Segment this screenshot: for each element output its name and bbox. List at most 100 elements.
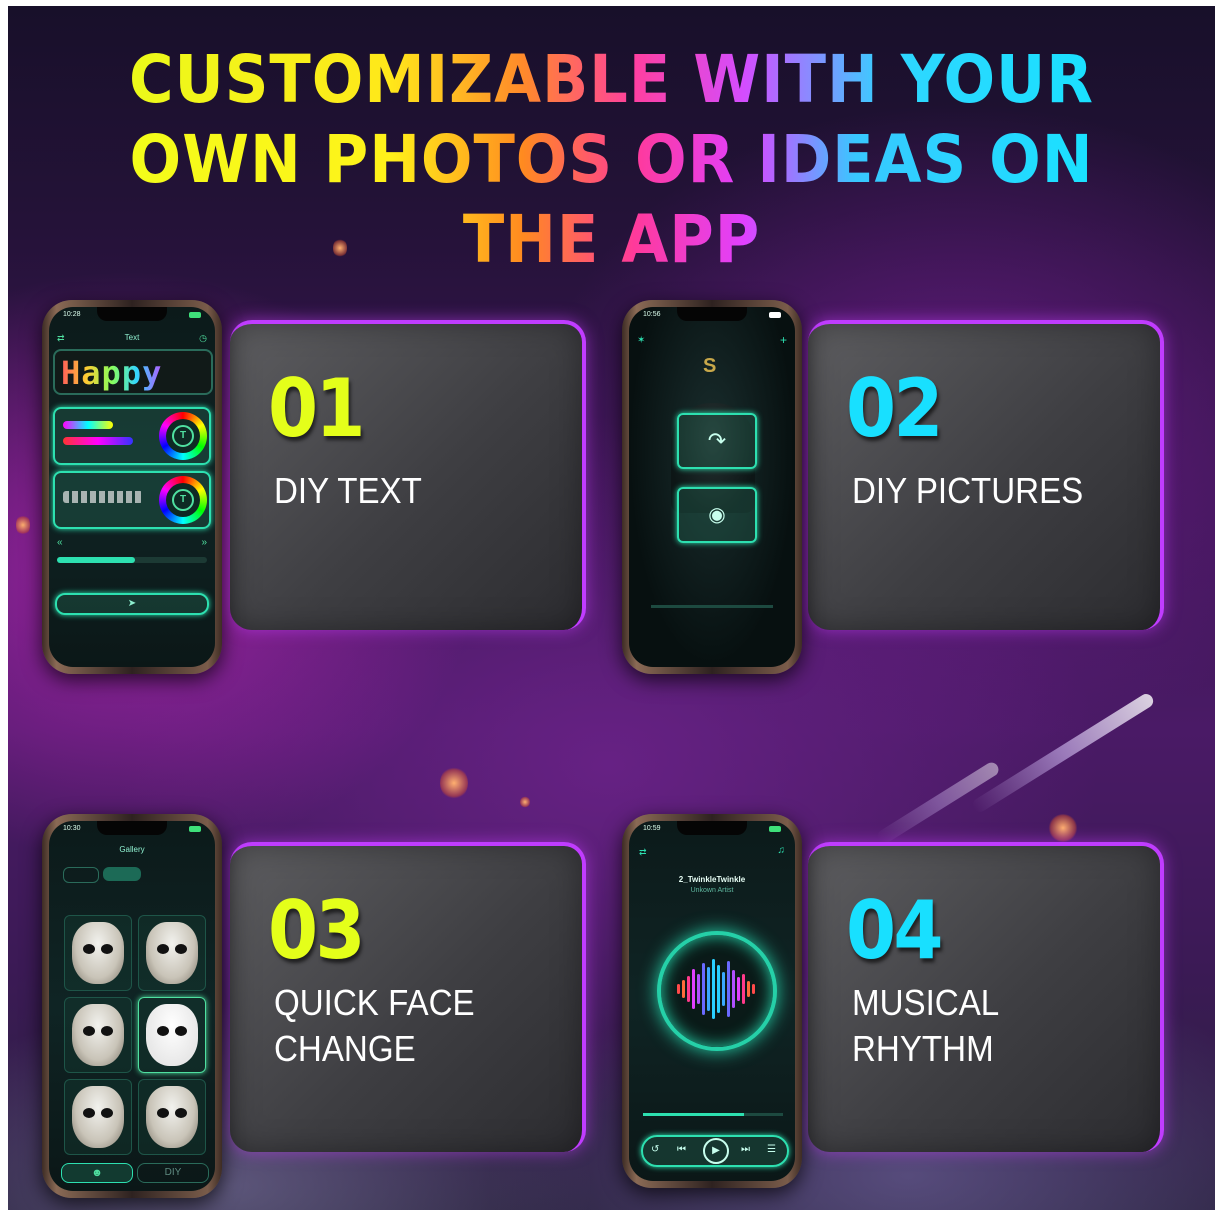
feature-number: 02 xyxy=(846,362,944,455)
playlist-icon[interactable]: ☰ xyxy=(767,1144,776,1155)
tab-static[interactable] xyxy=(63,867,99,883)
effect-style-panel[interactable]: T xyxy=(53,471,211,529)
ember-particle xyxy=(16,514,30,536)
waveform-bar xyxy=(737,977,740,1001)
feature-card-04: 04 MUSICAL RHYTHM xyxy=(808,842,1164,1152)
waveform-bar xyxy=(732,970,735,1008)
figure-icon[interactable]: ✶ xyxy=(637,335,645,346)
ember-particle xyxy=(1048,814,1078,842)
feature-label-line: RHYTHM xyxy=(852,1028,994,1069)
app-screen: 10:30 Gallery ☻ DIY xyxy=(49,821,215,1191)
feature-label: QUICK FACE CHANGE xyxy=(274,980,475,1072)
feature-label-line: CHANGE xyxy=(274,1028,416,1069)
screen-title: Text xyxy=(124,333,140,342)
diy-tab-button[interactable]: DIY xyxy=(137,1163,209,1183)
clown-mask-icon xyxy=(146,922,198,984)
feature-label-line: MUSICAL xyxy=(852,982,1000,1023)
visualizer-ring xyxy=(657,931,777,1051)
progress-line xyxy=(651,605,773,608)
waveform-bar xyxy=(752,984,755,994)
waveform-bar xyxy=(692,969,695,1009)
feature-card-01: 01 DIY TEXT xyxy=(230,320,586,630)
ember-particle xyxy=(440,766,468,800)
history-icon[interactable]: ◷ xyxy=(199,333,207,344)
text-style-panel[interactable]: T xyxy=(53,407,211,465)
waveform-bar xyxy=(702,963,705,1015)
phone-gallery-screen: 10:30 Gallery ☻ DIY xyxy=(42,814,222,1198)
waveform-bar xyxy=(677,984,680,994)
mask-tab-button[interactable]: ☻ xyxy=(61,1163,133,1183)
waveform-bar xyxy=(747,981,750,997)
battery-icon xyxy=(769,312,781,318)
mask-tile[interactable] xyxy=(138,915,206,991)
mask-tile[interactable] xyxy=(138,1079,206,1155)
waveform-bar xyxy=(687,976,690,1002)
background-color-icon[interactable]: T xyxy=(172,489,194,511)
promo-canvas: CUSTOMIZABLE WITH YOUR OWN PHOTOS OR IDE… xyxy=(8,6,1215,1210)
app-screen: 10:28 Text ⇄ ◷ Happy T T « » ➤ xyxy=(49,307,215,667)
status-time: 10:30 xyxy=(63,825,81,832)
gallery-upload-button[interactable]: ↷ xyxy=(677,413,757,469)
waveform-bar xyxy=(707,967,710,1011)
feature-label: DIY PICTURES xyxy=(852,470,1084,511)
back-icon[interactable]: ⇄ xyxy=(57,333,65,344)
app-screen: 10:59 ⇄ ♫ 2_TwinkleTwinkle Unkown Artist… xyxy=(629,821,795,1181)
repeat-icon[interactable]: ↺ xyxy=(651,1144,659,1155)
mask-tile[interactable] xyxy=(64,1079,132,1155)
clown-mask-icon xyxy=(72,922,124,984)
back-icon[interactable]: ⇄ xyxy=(639,847,647,858)
waveform-bar xyxy=(712,959,715,1019)
next-icon[interactable]: ⏭ xyxy=(741,1144,750,1155)
send-button[interactable]: ➤ xyxy=(55,593,209,615)
track-title: 2_TwinkleTwinkle xyxy=(678,875,746,884)
gradient-swatch[interactable] xyxy=(63,421,113,429)
phone-picture-screen: 10:56 ✶ + S ↷ ◉ xyxy=(622,300,802,674)
camera-button[interactable]: ◉ xyxy=(677,487,757,543)
effect-swatch[interactable] xyxy=(63,491,143,503)
camera-icon: ◉ xyxy=(708,504,726,526)
audio-waveform xyxy=(677,957,757,1021)
gradient-swatch[interactable] xyxy=(63,437,133,445)
send-icon: ➤ xyxy=(127,598,137,609)
screen-title: Gallery xyxy=(119,845,145,854)
waveform-bar xyxy=(727,961,730,1017)
add-icon[interactable]: + xyxy=(780,333,787,347)
status-time: 10:56 xyxy=(643,311,661,318)
ember-particle xyxy=(520,796,530,808)
music-note-icon[interactable]: ♫ xyxy=(778,845,786,856)
feature-number: 03 xyxy=(268,884,366,977)
battery-icon xyxy=(189,312,201,318)
skull-mask-icon xyxy=(72,1086,124,1148)
previous-icon[interactable]: ⏮ xyxy=(677,1144,686,1155)
waveform-bar xyxy=(697,974,700,1004)
feature-card-02: 02 DIY PICTURES xyxy=(808,320,1164,630)
waveform-bar xyxy=(717,965,720,1013)
speed-slow-icon[interactable]: « xyxy=(57,537,63,548)
status-time: 10:59 xyxy=(643,825,661,832)
battery-icon xyxy=(769,826,781,832)
demon-mask-icon xyxy=(146,1086,198,1148)
tab-animated[interactable] xyxy=(103,867,141,881)
headline-line-1: CUSTOMIZABLE WITH YOUR xyxy=(56,40,1166,120)
mask-tile-selected[interactable] xyxy=(138,997,206,1073)
battery-icon xyxy=(189,826,201,832)
skull-mask-icon xyxy=(72,1004,124,1066)
speed-fast-icon[interactable]: » xyxy=(201,537,207,548)
led-preview: Happy xyxy=(53,349,213,395)
playback-progress[interactable] xyxy=(643,1113,783,1116)
speed-slider[interactable] xyxy=(57,557,207,563)
player-controls: ↺ ⏮ ▶ ⏭ ☰ xyxy=(641,1135,789,1167)
status-time: 10:28 xyxy=(63,311,81,318)
play-button[interactable]: ▶ xyxy=(703,1138,729,1164)
feature-card-03: 03 QUICK FACE CHANGE xyxy=(230,842,586,1152)
track-artist: Unkown Artist xyxy=(690,887,734,894)
feature-label: MUSICAL RHYTHM xyxy=(852,980,999,1072)
comet-streak xyxy=(970,691,1156,815)
mask-tile[interactable] xyxy=(64,997,132,1073)
waveform-bar xyxy=(682,980,685,998)
text-color-icon[interactable]: T xyxy=(172,425,194,447)
phone-text-screen: 10:28 Text ⇄ ◷ Happy T T « » ➤ xyxy=(42,300,222,674)
feature-label: DIY TEXT xyxy=(274,470,422,511)
mask-tile[interactable] xyxy=(64,915,132,991)
feature-label-line: QUICK FACE xyxy=(274,982,475,1023)
